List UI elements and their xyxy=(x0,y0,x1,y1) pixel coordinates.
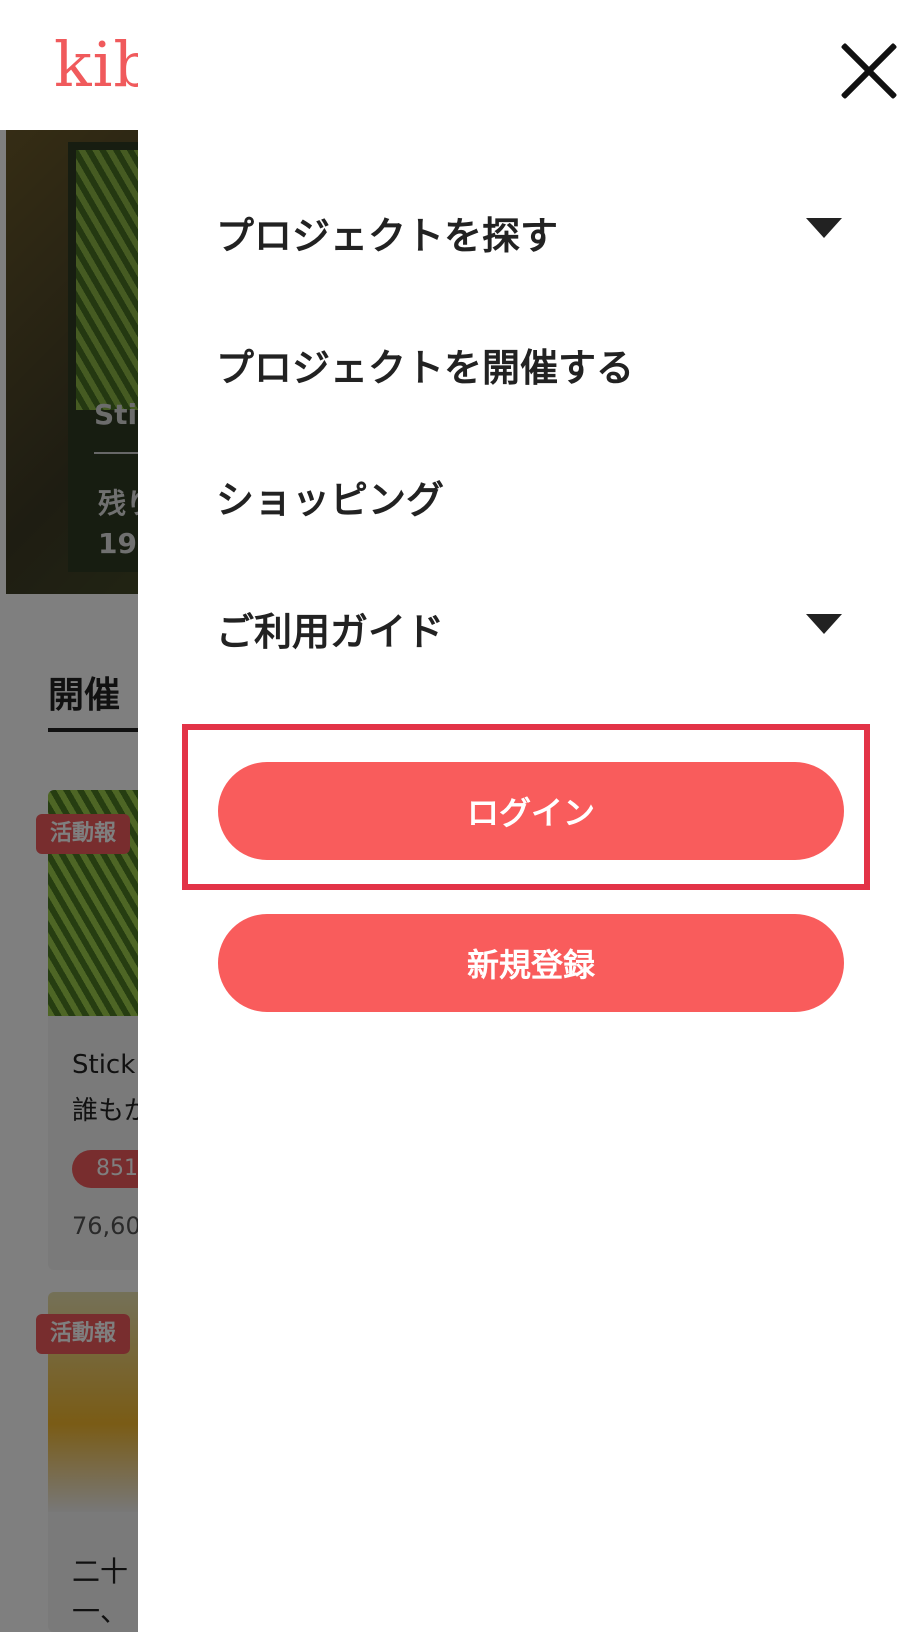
menu-item-host-project[interactable]: プロジェクトを開催する xyxy=(216,324,842,404)
close-icon[interactable] xyxy=(838,40,900,102)
menu-item-guide[interactable]: ご利用ガイド xyxy=(216,588,842,668)
register-button[interactable]: 新規登録 xyxy=(218,914,844,1012)
menu-item-label: ショッピング xyxy=(216,477,445,522)
menu-item-label: ご利用ガイド xyxy=(216,609,445,654)
caret-down-icon xyxy=(806,218,842,238)
caret-down-icon xyxy=(806,614,842,634)
menu-item-find-projects[interactable]: プロジェクトを探す xyxy=(216,192,842,272)
menu-item-label: プロジェクトを探す xyxy=(216,213,559,258)
login-button[interactable]: ログイン xyxy=(218,762,844,860)
menu-item-label: プロジェクトを開催する xyxy=(216,345,635,390)
menu-item-shopping[interactable]: ショッピング xyxy=(216,456,842,536)
